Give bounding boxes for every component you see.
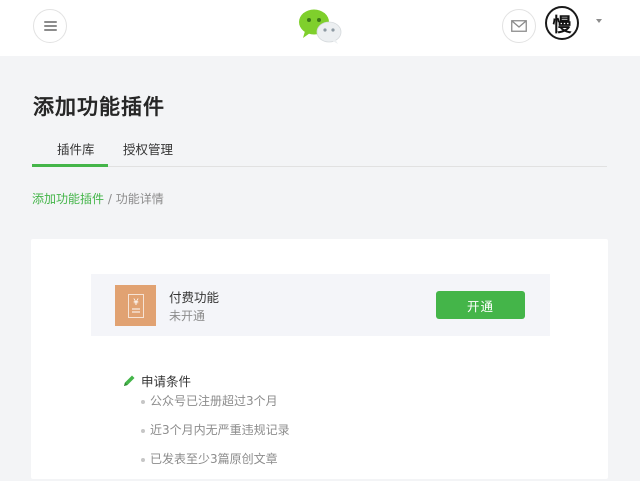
breadcrumb-link-add-plugin[interactable]: 添加功能插件 [32, 192, 104, 206]
conditions-heading: 申请条件 [122, 371, 191, 390]
breadcrumb-current: 功能详情 [115, 192, 164, 206]
list-item: 近3个月内无严重违规记录 [141, 423, 290, 452]
pencil-icon [124, 375, 135, 386]
list-item: 公众号已注册超过3个月 [141, 394, 290, 423]
paid-feature-icon: ¥ [115, 285, 156, 326]
mail-icon [511, 20, 527, 32]
tab-plugin-library[interactable]: 插件库 [57, 139, 95, 158]
activate-button[interactable]: 开通 [436, 291, 525, 319]
mail-button[interactable] [502, 9, 536, 43]
caret-down-icon[interactable] [596, 19, 602, 23]
yen-document-icon: ¥ [127, 293, 144, 318]
hamburger-icon [43, 21, 57, 31]
feature-detail-panel: ¥ 付费功能 未开通 开通 申请条件 公众号已注册超过3个月 近3个月内无严重违… [31, 239, 608, 479]
feature-name: 付费功能 [169, 290, 220, 305]
top-bar: 慢 [0, 0, 640, 56]
list-item: 已发表至少3篇原创文章 [141, 452, 290, 481]
active-tab-indicator [32, 164, 108, 167]
conditions-title: 申请条件 [141, 374, 192, 389]
tab-authorization-management[interactable]: 授权管理 [123, 139, 173, 158]
avatar[interactable]: 慢 [545, 6, 579, 40]
breadcrumb-separator: / [104, 192, 116, 206]
breadcrumb: 添加功能插件 / 功能详情 [32, 190, 164, 207]
tab-bar: 插件库 授权管理 [32, 133, 607, 167]
conditions-list: 公众号已注册超过3个月 近3个月内无严重违规记录 已发表至少3篇原创文章 [141, 394, 290, 481]
feature-status: 未开通 [169, 309, 206, 323]
wechat-logo-icon [299, 9, 342, 44]
menu-button[interactable] [33, 9, 67, 43]
svg-text:¥: ¥ [133, 298, 139, 308]
feature-card: ¥ 付费功能 未开通 开通 [91, 274, 550, 336]
page-title: 添加功能插件 [33, 95, 165, 119]
